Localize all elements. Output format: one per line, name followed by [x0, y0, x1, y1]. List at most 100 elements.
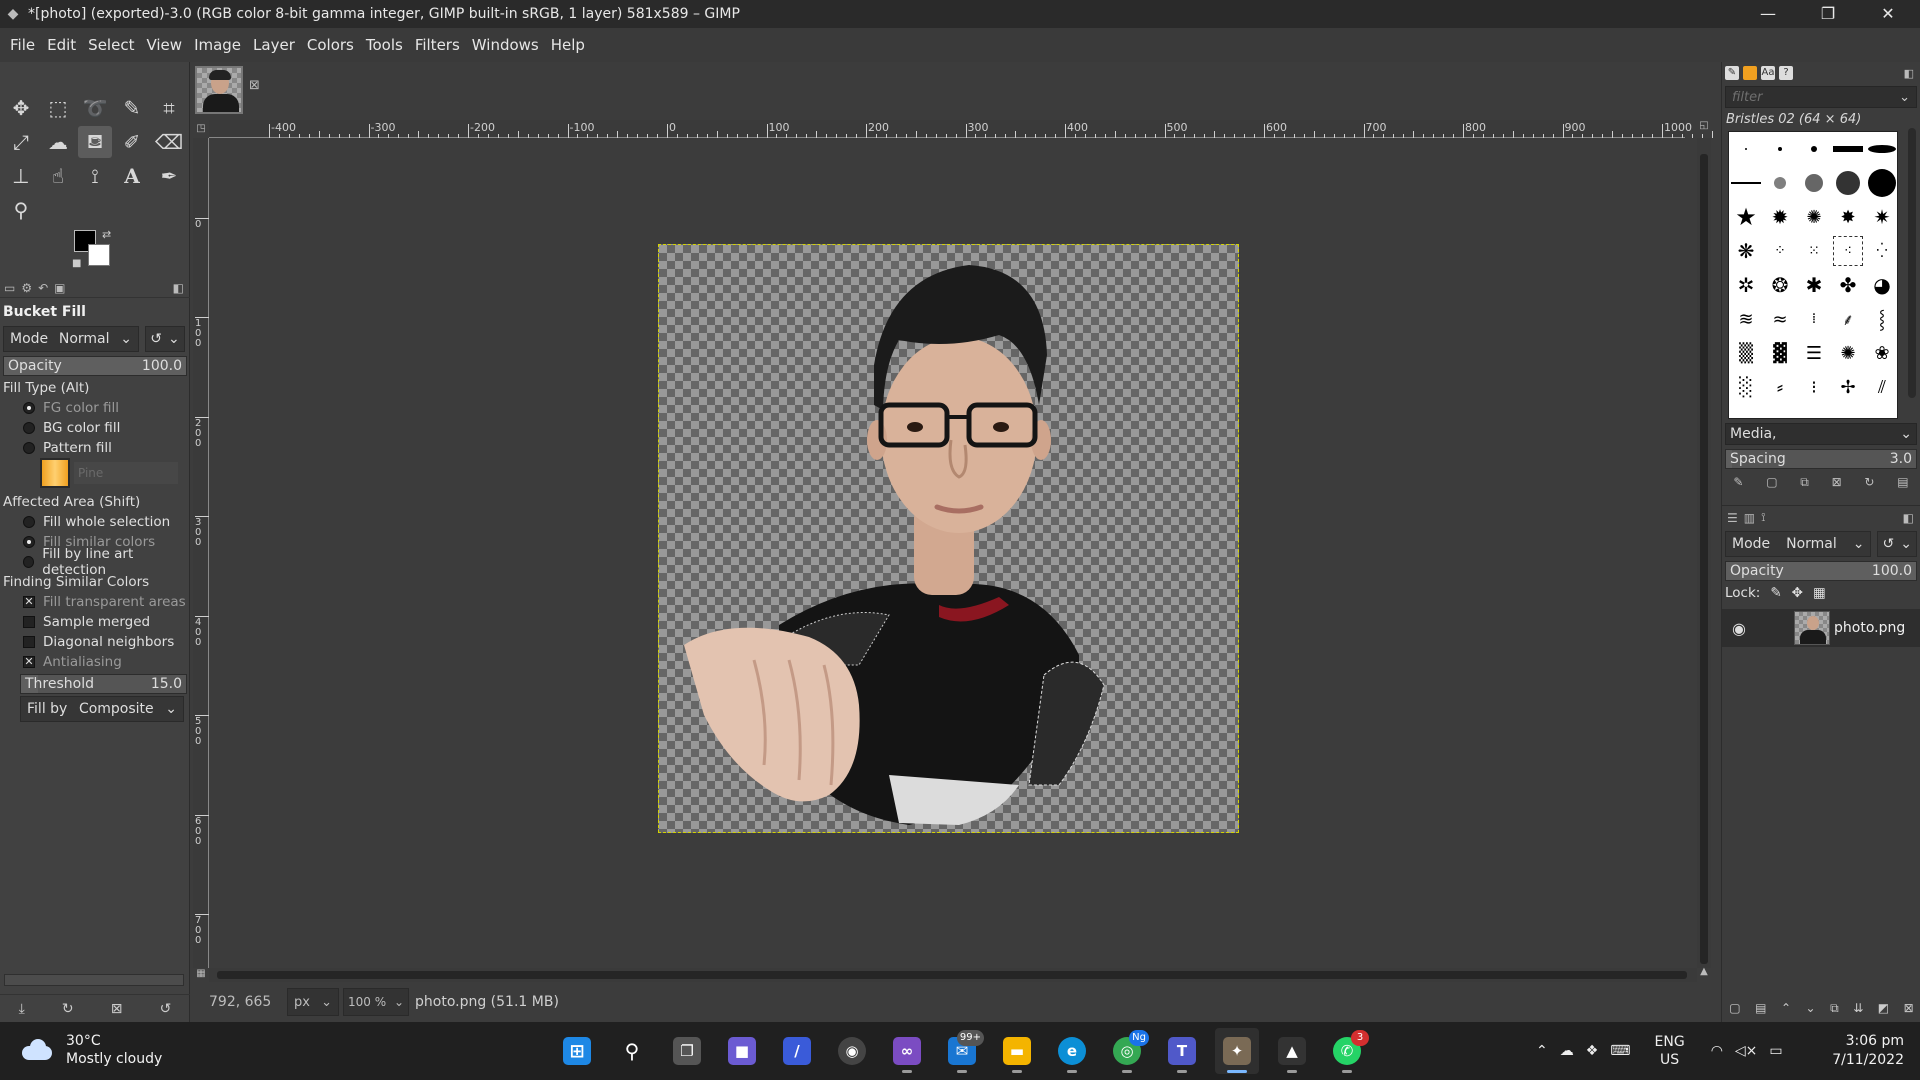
channels-tab-icon[interactable]: ▥ — [1744, 511, 1755, 525]
check-fill-transparent[interactable]: ✕ Fill transparent areas — [0, 592, 190, 612]
spacing-slider[interactable]: Spacing 3.0 — [1725, 449, 1917, 469]
whatsapp-button[interactable]: ✆ 3 — [1325, 1028, 1369, 1074]
paths-tab-icon[interactable]: ⟟ — [1761, 510, 1765, 525]
open-brush-as-image-icon[interactable]: ▤ — [1897, 475, 1908, 489]
brush-cell[interactable]: ✺ — [1831, 336, 1865, 370]
lower-layer-icon[interactable]: ⌄ — [1806, 1001, 1816, 1015]
wifi-icon[interactable]: ◠ — [1711, 1043, 1723, 1059]
brush-cell[interactable]: ⁝ — [1797, 370, 1831, 404]
delete-options-icon[interactable]: ⊠ — [111, 1001, 123, 1017]
menu-file[interactable]: File — [4, 28, 41, 62]
teams-chat-button[interactable]: ■ — [720, 1028, 764, 1074]
brush-cell[interactable]: ⁛ — [1865, 234, 1897, 268]
image-tab-thumbnail[interactable] — [195, 66, 243, 114]
brush-cell[interactable] — [1831, 132, 1865, 166]
text-icon[interactable]: A — [115, 160, 149, 192]
brush-cell[interactable] — [1729, 132, 1763, 166]
layer-row[interactable]: ◉ photo.png — [1722, 609, 1920, 647]
onedrive-icon[interactable]: ☁ — [1560, 1043, 1574, 1059]
brush-cell[interactable]: ≈ — [1763, 302, 1797, 336]
clock[interactable]: 3:06 pm 7/11/2022 — [1820, 1032, 1904, 1070]
mask-layer-icon[interactable]: ◩ — [1878, 1001, 1889, 1015]
paths-icon[interactable]: ⟟ — [78, 160, 112, 192]
raise-layer-icon[interactable]: ⌃ — [1781, 1001, 1791, 1015]
brush-cell[interactable]: ★ — [1729, 200, 1763, 234]
pattern-swatch[interactable] — [40, 458, 70, 488]
volume-muted-icon[interactable]: ◁× — [1735, 1043, 1758, 1059]
menu-layer[interactable]: Layer — [247, 28, 301, 62]
search-button[interactable]: ⚲ — [610, 1028, 654, 1074]
menu-edit[interactable]: Edit — [41, 28, 82, 62]
brush-cell[interactable]: ✹ — [1763, 200, 1797, 234]
ruler-corner-icon[interactable]: ◳ — [193, 120, 209, 138]
brush-cell[interactable] — [1797, 132, 1831, 166]
brush-cell[interactable]: ✱ — [1797, 268, 1831, 302]
brush-cell[interactable]: ❂ — [1763, 268, 1797, 302]
color-picker-icon[interactable]: ✒ — [152, 160, 186, 192]
tool-options-tab-icon[interactable]: ▭ — [4, 281, 15, 295]
vertical-scrollbar[interactable] — [1697, 138, 1711, 968]
brush-cell[interactable]: ⁘ — [1763, 234, 1797, 268]
help-tab-icon[interactable]: ? — [1779, 66, 1793, 80]
layer-mode-select[interactable]: Mode Normal ⌄ — [1725, 531, 1872, 557]
edit-brush-icon[interactable]: ✎ — [1733, 475, 1743, 489]
mode-select[interactable]: Mode Normal ⌄ — [3, 326, 139, 352]
pattern-selector[interactable]: Pine — [40, 458, 190, 488]
layer-name[interactable]: photo.png — [1834, 620, 1905, 636]
brush-cell[interactable]: ❀ — [1865, 336, 1897, 370]
keyboard-icon[interactable]: ⌨ — [1610, 1043, 1630, 1059]
checkbox-fill-transparent[interactable]: ✕ — [23, 596, 35, 608]
brush-cell[interactable]: ⸗ — [1763, 370, 1797, 404]
brush-cell[interactable]: ░ — [1729, 370, 1763, 404]
smudge-icon[interactable]: ☝ — [41, 160, 75, 192]
radio-line-art[interactable] — [23, 556, 35, 568]
warp-icon[interactable]: ☁ — [41, 126, 75, 158]
radio-whole-selection[interactable] — [23, 516, 35, 528]
paintbrush-icon[interactable]: ✐ — [115, 126, 149, 158]
crop-icon[interactable]: ⌗ — [152, 92, 186, 124]
delete-layer-icon[interactable]: ⊠ — [1904, 1001, 1914, 1015]
eraser-icon[interactable]: ⌫ — [152, 126, 186, 158]
menu-help[interactable]: Help — [545, 28, 591, 62]
brush-grid[interactable]: ★ ✹ ✺ ✸ ✷ ❋ ⁘ ⁙ ⁖ ⁛ ✲ ❂ ✱ ✤ ◕ ≋ ≈ ⁞ ⸙ ⸾ … — [1728, 131, 1898, 419]
brush-cell[interactable]: ▒ — [1729, 336, 1763, 370]
inkscape-button[interactable]: ▲ — [1270, 1028, 1314, 1074]
undo-history-tab-icon[interactable]: ↶ — [38, 281, 48, 295]
fill-by-select[interactable]: Fill by Composite ⌄ — [20, 696, 184, 722]
brush-cell[interactable]: ✤ — [1831, 268, 1865, 302]
reset-options-icon[interactable]: ↺ — [160, 1001, 172, 1017]
menu-filters[interactable]: Filters — [409, 28, 466, 62]
lock-alpha-icon[interactable]: ▦ — [1813, 585, 1826, 601]
mail-button[interactable]: ✉ 99+ — [940, 1028, 984, 1074]
brush-cell[interactable]: ⸾ — [1865, 302, 1897, 336]
check-sample-merged[interactable]: Sample merged — [0, 612, 190, 632]
fg-bg-colors[interactable]: ⇄ ■ — [72, 228, 116, 272]
brush-cell[interactable] — [1831, 166, 1865, 200]
restore-button[interactable]: ❐ — [1800, 0, 1856, 28]
horizontal-scroll-thumb[interactable] — [217, 971, 1687, 979]
chrome-button[interactable]: ◎ Ng — [1105, 1028, 1149, 1074]
delete-brush-icon[interactable]: ⊠ — [1832, 475, 1842, 489]
configure-tab-icon[interactable]: ◧ — [1904, 67, 1914, 80]
brush-cell[interactable] — [1865, 132, 1897, 166]
radio-pattern-fill[interactable] — [23, 442, 35, 454]
brush-cell[interactable] — [1729, 166, 1763, 200]
move-icon[interactable]: ✥ — [4, 92, 38, 124]
menu-image[interactable]: Image — [188, 28, 247, 62]
clone-icon[interactable]: ⊥ — [4, 160, 38, 192]
check-diagonal-neighbors[interactable]: Diagonal neighbors — [0, 632, 190, 652]
file-explorer-button[interactable]: ▬ — [995, 1028, 1039, 1074]
weather-widget[interactable]: 30°C Mostly cloudy — [20, 1032, 162, 1068]
layer-opacity-slider[interactable]: Opacity 100.0 — [1725, 561, 1917, 581]
brush-cell[interactable]: ✲ — [1729, 268, 1763, 302]
opacity-slider[interactable]: Opacity 100.0 — [3, 356, 187, 376]
new-layer-group-icon[interactable]: ▤ — [1755, 1001, 1766, 1015]
duplicate-brush-icon[interactable]: ⧉ — [1800, 475, 1809, 490]
navigate-icon[interactable]: ▲ — [1697, 966, 1711, 982]
checkbox-sample-merged[interactable] — [23, 616, 35, 628]
configure-tab-icon[interactable]: ◧ — [173, 281, 184, 295]
brush-cell[interactable]: ✢ — [1831, 370, 1865, 404]
new-brush-icon[interactable]: ▢ — [1766, 475, 1777, 489]
save-options-icon[interactable]: ⤓ — [19, 1001, 25, 1017]
menu-view[interactable]: View — [140, 28, 188, 62]
